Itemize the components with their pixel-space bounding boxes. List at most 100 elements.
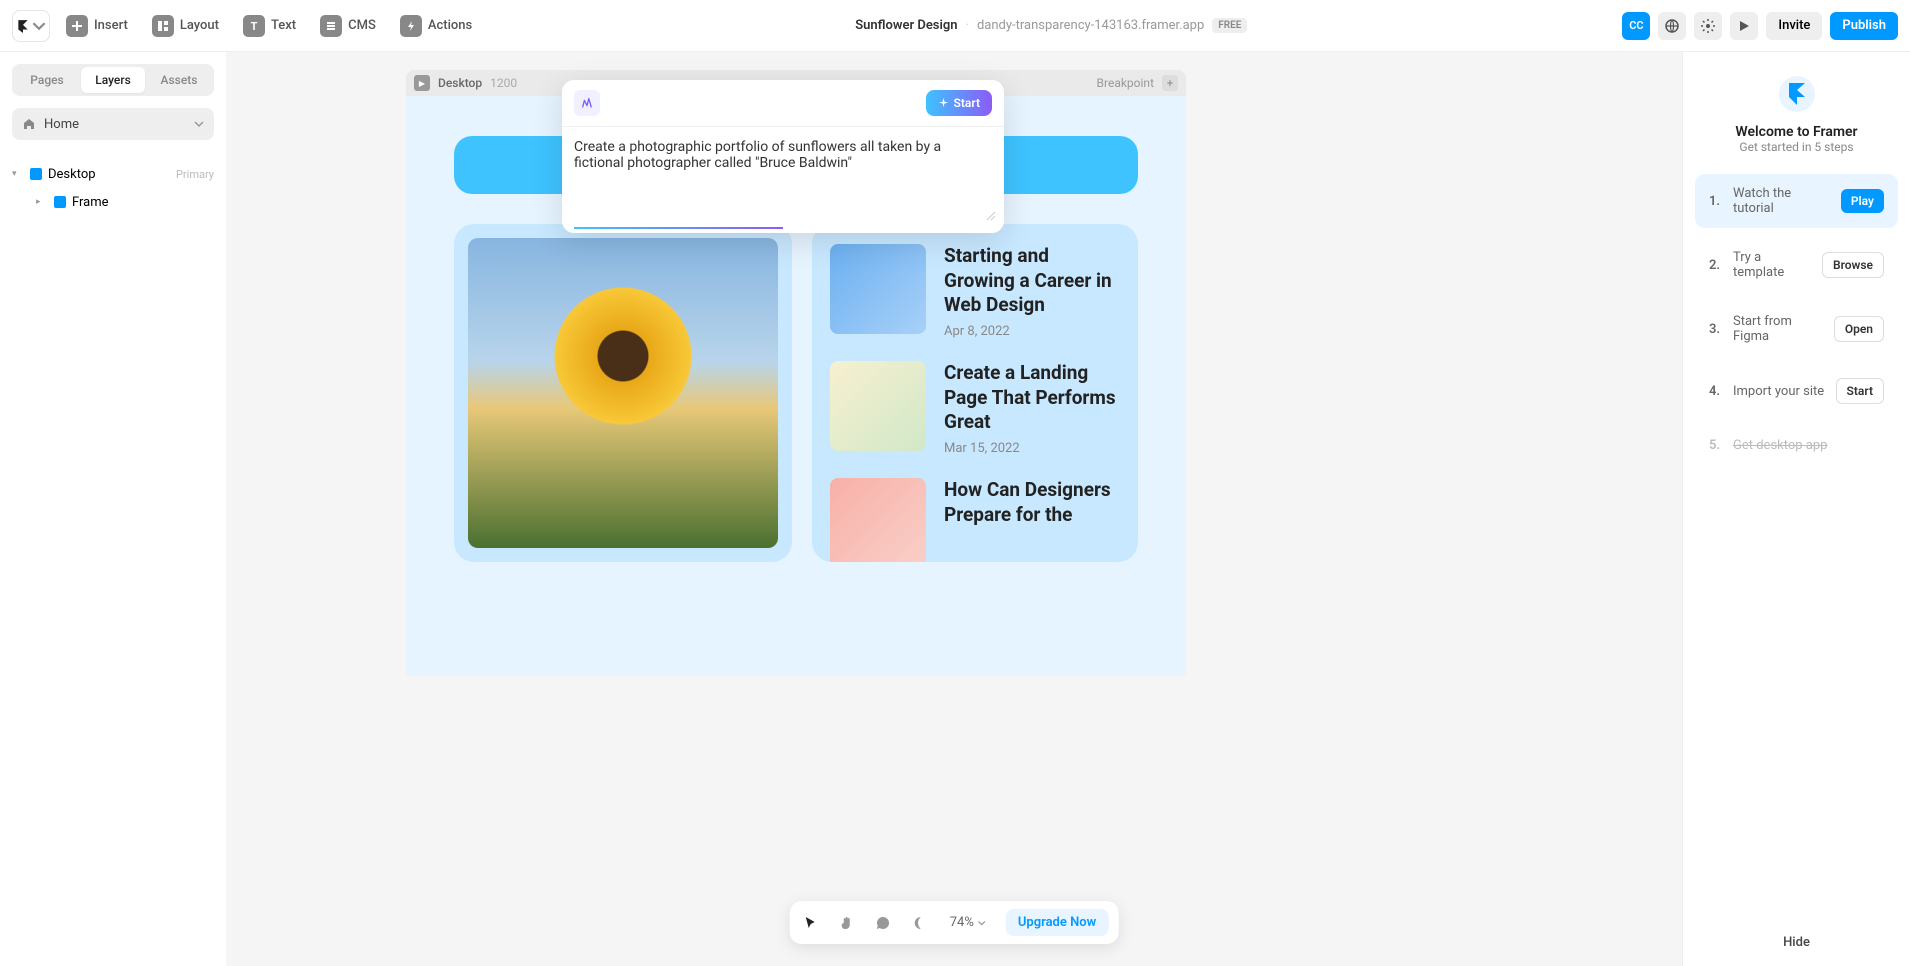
insert-label: Insert (94, 18, 128, 33)
cms-label: CMS (348, 18, 376, 33)
ai-progress-bar (574, 227, 992, 229)
project-url[interactable]: dandy-transparency-143163.framer.app (977, 18, 1204, 33)
article-date: Mar 15, 2022 (944, 441, 1120, 456)
list-item[interactable]: Create a Landing Page That Performs Grea… (830, 361, 1120, 456)
step-label: Try a template (1733, 250, 1812, 280)
step-number: 2. (1709, 258, 1723, 273)
home-label: Home (44, 117, 79, 132)
panel-tabs: Pages Layers Assets (12, 64, 214, 96)
step-watch-tutorial: 1. Watch the tutorial Play (1695, 174, 1898, 228)
onboarding-steps: 1. Watch the tutorial Play 2. Try a temp… (1695, 174, 1898, 465)
home-row[interactable]: Home (12, 108, 214, 140)
ai-popup-header: Start (562, 80, 1004, 127)
logo-menu-button[interactable] (12, 10, 50, 42)
settings-button[interactable] (1694, 12, 1722, 40)
ai-icon (574, 90, 600, 116)
caret-icon: ▾ (12, 169, 24, 179)
article-list[interactable]: Starting and Growing a Career in Web Des… (812, 224, 1138, 562)
tree-item-frame[interactable]: ▸ Frame (12, 188, 214, 216)
frame-name[interactable]: Desktop (438, 76, 482, 90)
text-label: Text (271, 18, 296, 33)
chevron-down-icon (194, 119, 204, 129)
step-number: 1. (1709, 194, 1723, 209)
globe-icon (1664, 18, 1680, 34)
step-label: Start from Figma (1733, 314, 1824, 344)
left-panel: Pages Layers Assets Home ▾ Desktop Prima… (0, 52, 226, 966)
ai-start-button[interactable]: Start (926, 90, 992, 116)
actions-button[interactable]: Actions (392, 10, 480, 42)
project-name[interactable]: Sunflower Design (855, 18, 957, 33)
step-number: 3. (1709, 322, 1723, 337)
cms-button[interactable]: CMS (312, 10, 384, 42)
zoom-value: 74% (950, 915, 974, 930)
article-title: Starting and Growing a Career in Web Des… (944, 244, 1120, 318)
step-desktop-app: 5. Get desktop app (1695, 426, 1898, 465)
tab-assets[interactable]: Assets (147, 67, 211, 93)
tree-label: Frame (72, 195, 109, 210)
gear-icon (1700, 18, 1716, 34)
add-breakpoint-button[interactable]: + (1162, 75, 1178, 91)
browse-button[interactable]: Browse (1822, 252, 1884, 278)
insert-button[interactable]: Insert (58, 10, 136, 42)
layer-icon (54, 196, 66, 208)
content-row: Starting and Growing a Career in Web Des… (454, 224, 1138, 562)
layout-button[interactable]: Layout (144, 10, 227, 42)
ai-prompt-input[interactable] (574, 139, 992, 211)
tree-item-desktop[interactable]: ▾ Desktop Primary (12, 160, 214, 188)
preview-button[interactable] (1730, 12, 1758, 40)
tree-label: Desktop (48, 167, 96, 182)
start-button[interactable]: Start (1836, 378, 1884, 404)
start-label: Start (954, 96, 980, 110)
comment-tool[interactable] (872, 912, 894, 934)
play-icon (1737, 19, 1751, 33)
open-button[interactable]: Open (1834, 316, 1884, 342)
hand-tool[interactable] (836, 912, 858, 934)
sunflower-image (468, 238, 778, 548)
ai-popup: Start (562, 80, 1004, 233)
free-badge: FREE (1212, 18, 1247, 33)
thumbnail (830, 361, 926, 451)
topbar-center: Sunflower Design · dandy-transparency-14… (488, 18, 1614, 33)
canvas-area[interactable]: ▶ Desktop 1200 Breakpoint + (226, 52, 1682, 966)
upgrade-button[interactable]: Upgrade Now (1006, 909, 1108, 936)
chevron-down-icon (32, 19, 46, 33)
topbar-right: CC Invite Publish (1622, 12, 1898, 40)
article-title: How Can Designers Prepare for the (944, 478, 1120, 527)
bolt-icon (400, 15, 422, 37)
bottom-toolbar: 74% Upgrade Now (790, 901, 1119, 944)
list-item[interactable]: How Can Designers Prepare for the (830, 478, 1120, 562)
text-button[interactable]: T Text (235, 10, 304, 42)
zoom-control[interactable]: 74% (944, 915, 992, 930)
layout-icon (152, 15, 174, 37)
tab-pages[interactable]: Pages (15, 67, 79, 93)
invite-button[interactable]: Invite (1766, 12, 1822, 40)
cursor-tool[interactable] (800, 912, 822, 934)
layer-tree: ▾ Desktop Primary ▸ Frame (12, 160, 214, 216)
hide-button[interactable]: Hide (1783, 935, 1810, 950)
main: Pages Layers Assets Home ▾ Desktop Prima… (0, 52, 1910, 966)
play-icon[interactable]: ▶ (414, 75, 430, 91)
step-try-template: 2. Try a template Browse (1695, 238, 1898, 292)
welcome-title: Welcome to Framer (1735, 124, 1857, 140)
layer-icon (30, 168, 42, 180)
sparkle-icon (938, 98, 949, 109)
ai-popup-body (562, 127, 1004, 227)
cms-icon (320, 15, 342, 37)
step-start-figma: 3. Start from Figma Open (1695, 302, 1898, 356)
frame-size: 1200 (490, 76, 517, 90)
welcome-subtitle: Get started in 5 steps (1739, 140, 1853, 154)
resize-handle-icon[interactable] (986, 211, 996, 221)
image-card[interactable] (454, 224, 792, 562)
globe-button[interactable] (1658, 12, 1686, 40)
list-item[interactable]: Starting and Growing a Career in Web Des… (830, 244, 1120, 339)
dark-mode-toggle[interactable] (908, 912, 930, 934)
topbar: Insert Layout T Text CMS Actions Sunflow… (0, 0, 1910, 52)
caret-icon: ▸ (36, 197, 48, 207)
text-icon: T (243, 15, 265, 37)
breakpoint-label[interactable]: Breakpoint (1097, 76, 1154, 90)
play-button[interactable]: Play (1841, 189, 1884, 213)
user-avatar[interactable]: CC (1622, 12, 1650, 40)
publish-button[interactable]: Publish (1830, 12, 1898, 40)
tab-layers[interactable]: Layers (81, 67, 145, 93)
step-label: Import your site (1733, 384, 1826, 399)
